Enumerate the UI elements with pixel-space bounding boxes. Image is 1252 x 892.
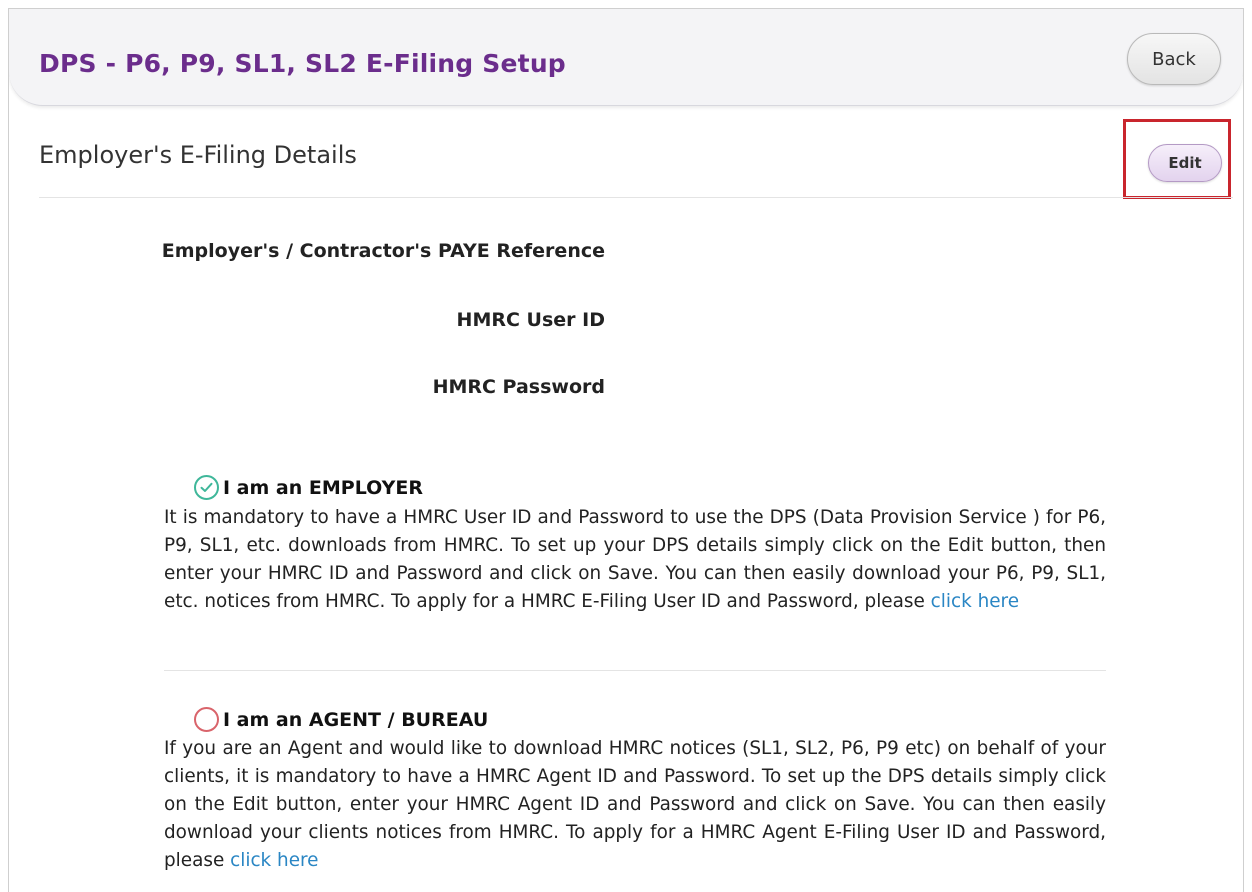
hmrc-user-id-label: HMRC User ID <box>456 309 605 331</box>
agent-description: If you are an Agent and would like to do… <box>164 735 1106 875</box>
section-heading: Employer's E-Filing Details <box>39 141 357 169</box>
paye-reference-label: Employer's / Contractor's PAYE Reference <box>161 240 605 262</box>
edit-button[interactable]: Edit <box>1148 144 1222 182</box>
hmrc-password-label: HMRC Password <box>432 376 605 398</box>
checkmark-icon <box>200 482 213 492</box>
agent-apply-link[interactable]: click here <box>230 850 318 871</box>
section-divider <box>39 197 1233 198</box>
title-bar: DPS - P6, P9, SL1, SL2 E-Filing Setup Ba… <box>9 9 1243 106</box>
page-title: DPS - P6, P9, SL1, SL2 E-Filing Setup <box>39 49 566 78</box>
agent-option-label: I am an AGENT / BUREAU <box>223 708 489 731</box>
back-button[interactable]: Back <box>1127 33 1221 85</box>
check-circle-icon[interactable] <box>194 475 219 500</box>
empty-circle-icon[interactable] <box>194 707 219 732</box>
dps-setup-panel: DPS - P6, P9, SL1, SL2 E-Filing Setup Ba… <box>8 8 1244 892</box>
employer-apply-link[interactable]: click here <box>931 591 1019 612</box>
agent-option[interactable]: I am an AGENT / BUREAU <box>194 707 488 732</box>
employer-option[interactable]: I am an EMPLOYER <box>194 475 423 500</box>
employer-description: It is mandatory to have a HMRC User ID a… <box>164 504 1106 616</box>
option-divider <box>164 670 1106 671</box>
employer-option-label: I am an EMPLOYER <box>223 476 423 499</box>
